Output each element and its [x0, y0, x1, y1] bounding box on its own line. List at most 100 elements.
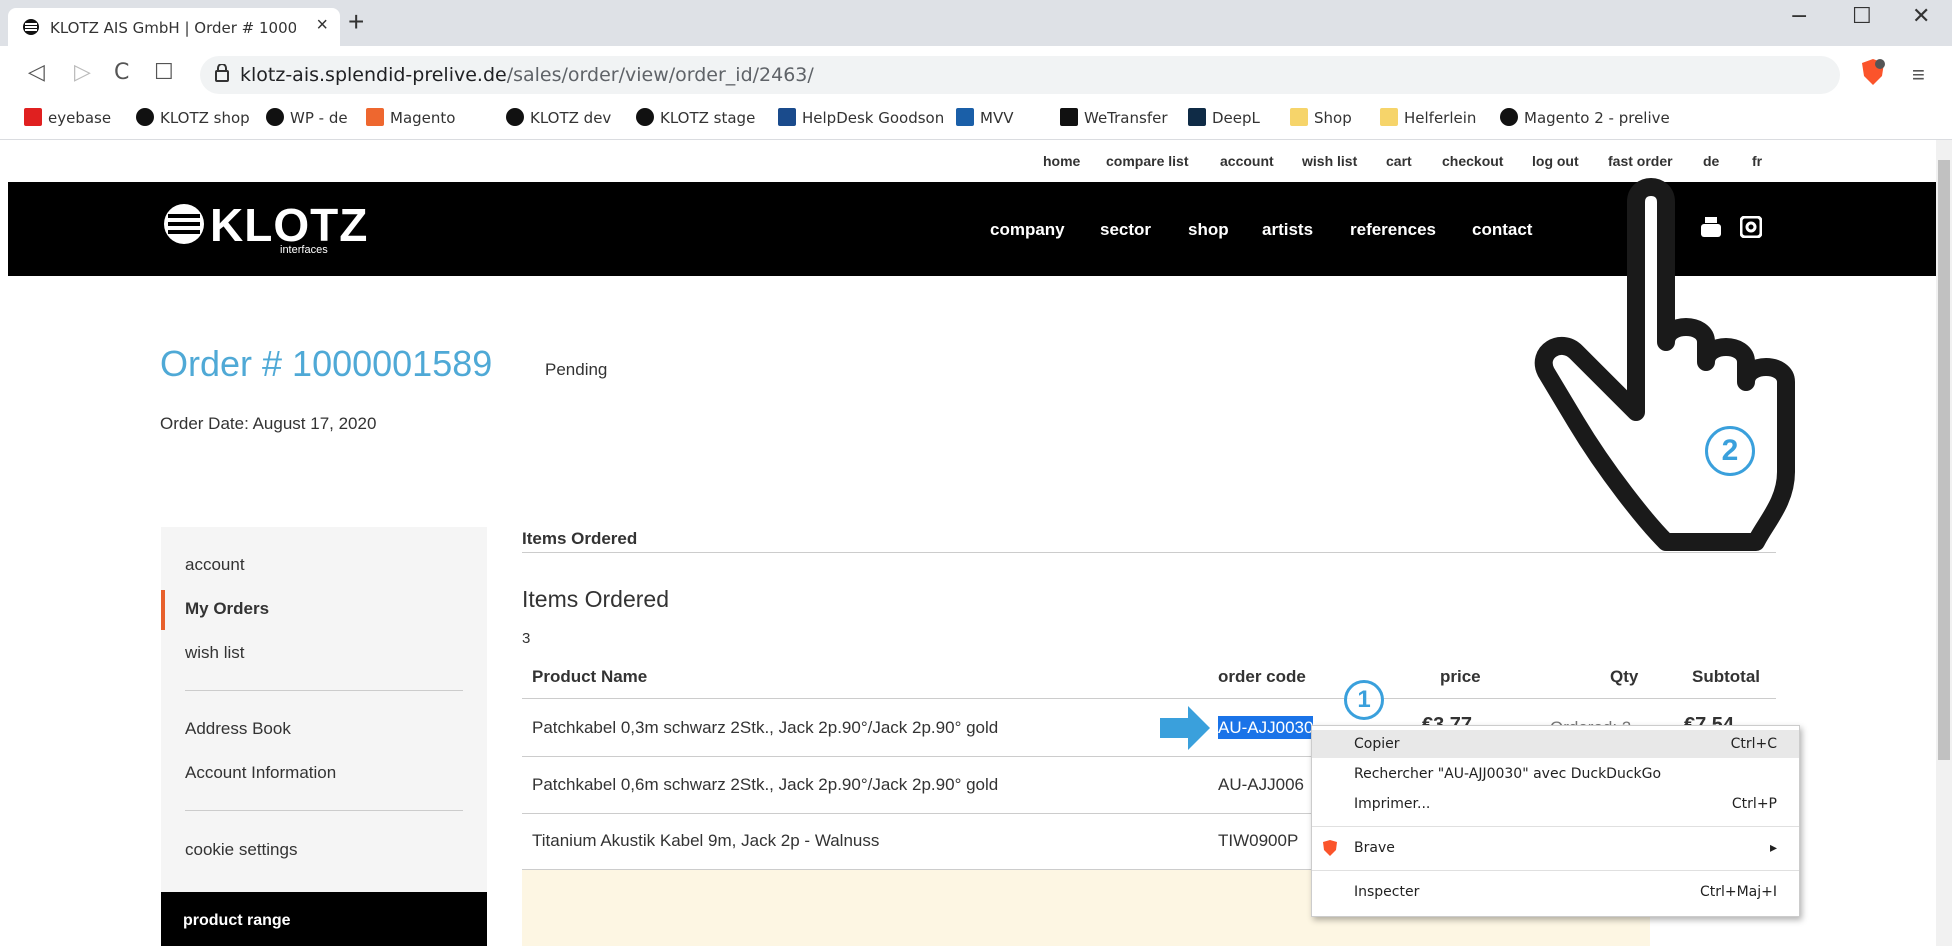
- column-header-product-name: Product Name: [532, 667, 648, 686]
- url-text[interactable]: klotz-ais.splendid-prelive.de/sales/orde…: [240, 64, 814, 86]
- context-item-shortcut: Ctrl+Maj+I: [1699, 884, 1777, 900]
- helpdesk-icon: [778, 108, 796, 126]
- lock-icon: [215, 64, 229, 82]
- row-product-name: Patchkabel 0,6m schwarz 2Stk., Jack 2p.9…: [532, 775, 999, 794]
- bookmark-label: Magento 2 - prelive: [1524, 109, 1670, 127]
- bookmark-magento-2-prelive[interactable]: Magento 2 - prelive: [1500, 108, 1670, 127]
- toplink-checkout[interactable]: checkout: [1442, 153, 1503, 169]
- bookmark-label: KLOTZ stage: [660, 109, 756, 127]
- order-status: Pending: [545, 360, 608, 379]
- arrow-right-icon: [1160, 706, 1210, 750]
- bookmark-magento[interactable]: Magento: [366, 108, 455, 127]
- context-item-label: Imprimer...: [1354, 796, 1431, 812]
- bookmark-mvv[interactable]: MVV: [956, 108, 1013, 127]
- scrollbar-thumb[interactable]: [1938, 160, 1950, 760]
- tab-title: KLOTZ AIS GmbH | Order # 10000: [50, 19, 296, 37]
- nav-sector[interactable]: sector: [1100, 220, 1151, 240]
- context-menu: Copier Ctrl+C Rechercher "AU-AJJ0030" ave…: [1311, 725, 1800, 917]
- toplink-account[interactable]: account: [1220, 153, 1274, 169]
- bookmark-label: Magento: [390, 109, 456, 127]
- brave-shields-icon[interactable]: [1860, 58, 1886, 86]
- bookmark-helferlein[interactable]: Helferlein: [1380, 108, 1476, 127]
- bookmark-wp-de[interactable]: WP - de: [266, 108, 348, 127]
- toplink-wish-list[interactable]: wish list: [1302, 153, 1357, 169]
- maximize-button[interactable]: ☐: [1852, 4, 1872, 29]
- minimize-button[interactable]: −: [1790, 4, 1808, 29]
- column-header-price: price: [1440, 667, 1481, 686]
- nav-shop[interactable]: shop: [1188, 220, 1229, 240]
- product-range-header[interactable]: product range: [161, 892, 487, 946]
- folder-icon: [1380, 108, 1398, 126]
- sidebar-item-wish-list[interactable]: wish list: [185, 643, 245, 663]
- bookmark-label: HelpDesk Goodson: [802, 109, 945, 127]
- column-header-order-code: order code: [1218, 667, 1306, 686]
- bookmark-klotz-stage[interactable]: KLOTZ stage: [636, 108, 755, 127]
- bookmark-label: MVV: [980, 109, 1014, 127]
- step-1-badge: 1: [1344, 680, 1384, 720]
- bookmark-label: DeepL: [1212, 109, 1260, 127]
- bookmark-klotz-dev[interactable]: KLOTZ dev: [506, 108, 611, 127]
- toplink-home[interactable]: home: [1043, 153, 1080, 169]
- product-range-label: product range: [183, 912, 291, 929]
- nav-artists[interactable]: artists: [1262, 220, 1313, 240]
- new-tab-button[interactable]: +: [348, 6, 364, 38]
- toplink-cart[interactable]: cart: [1386, 153, 1412, 169]
- browser-tab[interactable]: KLOTZ AIS GmbH | Order # 10000 ×: [8, 8, 340, 46]
- nav-references[interactable]: references: [1350, 220, 1436, 240]
- step-2-badge: 2: [1705, 426, 1755, 476]
- toplink-compare-list[interactable]: compare list: [1106, 153, 1188, 169]
- bookmark-label: WP - de: [290, 109, 348, 127]
- bookmark-eyebase[interactable]: eyebase: [24, 108, 111, 127]
- forward-button[interactable]: ▷: [74, 60, 91, 85]
- bookmark-page-icon[interactable]: ☐: [154, 60, 174, 85]
- context-separator: [1312, 870, 1799, 871]
- items-count: 3: [522, 630, 531, 647]
- sidebar-item-cookie-settings[interactable]: cookie settings: [185, 840, 297, 860]
- toplink-fast-order[interactable]: fast order: [1608, 153, 1673, 169]
- deepl-icon: [1188, 108, 1206, 126]
- url-host: klotz-ais.splendid-prelive.de: [240, 64, 507, 86]
- sidebar-item-my-orders[interactable]: My Orders: [185, 599, 269, 619]
- brave-icon: [1323, 840, 1337, 856]
- context-item-print[interactable]: Imprimer... Ctrl+P: [1312, 790, 1799, 818]
- context-item-label: Rechercher "AU-AJJ0030" avec DuckDuckGo: [1354, 766, 1662, 782]
- sidebar-item-account-information[interactable]: Account Information: [185, 763, 336, 783]
- bookmark-shop[interactable]: Shop: [1290, 108, 1352, 127]
- toplink-lang-fr[interactable]: fr: [1752, 153, 1762, 169]
- sidebar-item-address-book[interactable]: Address Book: [185, 719, 291, 739]
- sidebar-item-account[interactable]: account: [185, 555, 245, 575]
- bookmark-wetransfer[interactable]: WeTransfer: [1060, 108, 1168, 127]
- items-ordered-tab[interactable]: Items Ordered: [522, 529, 637, 549]
- context-item-search[interactable]: Rechercher "AU-AJJ0030" avec DuckDuckGo: [1312, 760, 1799, 788]
- order-title: Order # 1000001589: [160, 343, 493, 384]
- context-separator: [1312, 826, 1799, 827]
- toplink-lang-de[interactable]: de: [1703, 153, 1719, 169]
- bookmark-klotz-shop[interactable]: KLOTZ shop: [136, 108, 250, 127]
- context-item-brave[interactable]: Brave ▸: [1312, 834, 1799, 862]
- nav-company[interactable]: company: [990, 220, 1065, 240]
- klotz-icon: [636, 108, 654, 126]
- tab-close-icon[interactable]: ×: [316, 14, 328, 37]
- context-item-copy[interactable]: Copier Ctrl+C: [1312, 730, 1799, 758]
- toplink-log-out[interactable]: log out: [1532, 153, 1579, 169]
- context-item-label: Inspecter: [1354, 884, 1420, 900]
- context-item-label: Brave: [1354, 840, 1395, 856]
- close-window-button[interactable]: ✕: [1912, 4, 1930, 29]
- active-item-marker: [161, 590, 165, 630]
- row-order-code-selected[interactable]: AU-AJJ0030: [1218, 716, 1314, 739]
- folder-icon: [1290, 108, 1308, 126]
- order-date: Order Date: August 17, 2020: [160, 414, 377, 433]
- bookmark-helpdesk-goodson[interactable]: HelpDesk Goodson: [778, 108, 944, 127]
- context-item-shortcut: Ctrl+C: [1730, 736, 1777, 752]
- pointing-hand-icon: [1534, 178, 1795, 551]
- sidebar-divider: [185, 810, 463, 811]
- klotz-icon: [1500, 108, 1518, 126]
- items-ordered-title: Items Ordered: [522, 586, 669, 612]
- row-product-name: Patchkabel 0,3m schwarz 2Stk., Jack 2p.9…: [532, 718, 999, 737]
- reload-button[interactable]: C: [114, 60, 129, 85]
- bookmark-label: eyebase: [48, 109, 112, 127]
- bookmark-deepl[interactable]: DeepL: [1188, 108, 1260, 127]
- context-item-inspect[interactable]: Inspecter Ctrl+Maj+I: [1312, 878, 1799, 906]
- back-button[interactable]: ◁: [28, 60, 45, 85]
- browser-menu-icon[interactable]: ≡: [1912, 62, 1925, 88]
